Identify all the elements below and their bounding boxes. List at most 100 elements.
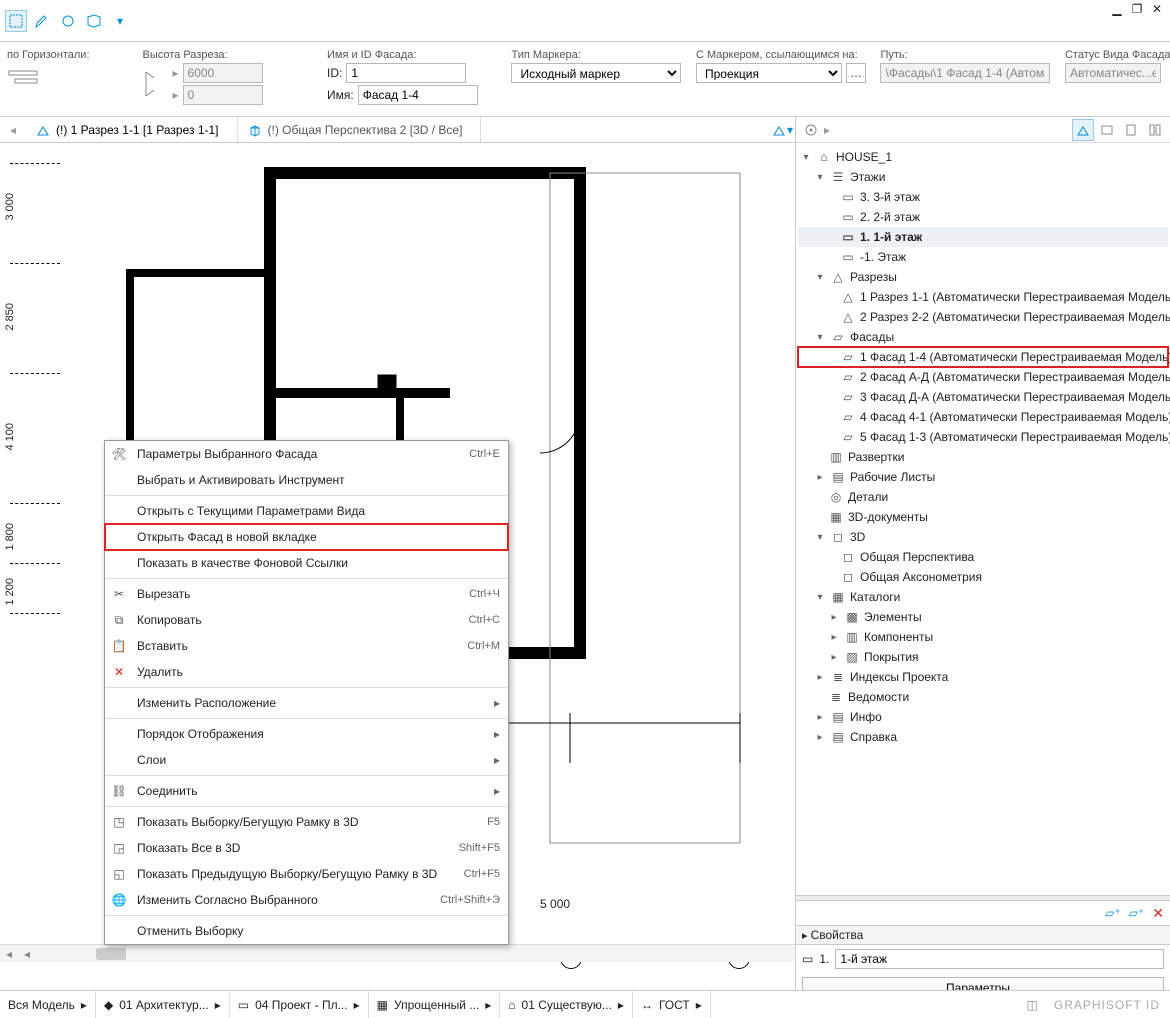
- canvas-hscrollbar[interactable]: ◂ ◂: [0, 944, 795, 962]
- tree-covers[interactable]: ▸▨Покрытия: [798, 647, 1168, 667]
- chevron-right-icon[interactable]: ▸: [824, 123, 830, 137]
- scroll-left-icon[interactable]: ◂: [0, 947, 18, 961]
- ctx-move[interactable]: Изменить Расположение▸: [105, 690, 508, 716]
- tree-section-1[interactable]: △1 Разрез 1-1 (Автоматически Перестраива…: [798, 287, 1168, 307]
- mvo-icon: ▦: [377, 998, 388, 1012]
- tab-section[interactable]: (!) 1 Разрез 1-1 [1 Разрез 1-1]: [26, 117, 238, 142]
- tree-floor-3[interactable]: ▭3. 3-й этаж: [798, 187, 1168, 207]
- tree-unfolds[interactable]: ▥Развертки: [798, 447, 1168, 467]
- ctx-join[interactable]: ⛓Соединить▸: [105, 778, 508, 804]
- new-view-icon[interactable]: ▱⁺: [1105, 906, 1121, 920]
- tree-floor-1[interactable]: ▭1. 1-й этаж: [798, 227, 1168, 247]
- elevation-icon: ▱: [840, 409, 856, 425]
- ctx-paste[interactable]: 📋ВставитьCtrl+М: [105, 633, 508, 659]
- ctx-copy[interactable]: ⧉КопироватьCtrl+С: [105, 607, 508, 633]
- ctx-cut[interactable]: ✂ВырезатьCtrl+Ч: [105, 581, 508, 607]
- tree-cats[interactable]: ▾▦Каталоги: [798, 587, 1168, 607]
- tree-3d-persp[interactable]: ◻Общая Перспектива: [798, 547, 1168, 567]
- tree-elev-3[interactable]: ▱3 Фасад Д-А (Автоматически Перестраивае…: [798, 387, 1168, 407]
- ctx-edit-sel[interactable]: 🌐Изменить Согласно ВыбранногоCtrl+Shift+…: [105, 887, 508, 913]
- ctx-open-new-tab[interactable]: Открыть Фасад в новой вкладке: [105, 524, 508, 550]
- tree-section-2[interactable]: △2 Разрез 2-2 (Автоматически Перестраива…: [798, 307, 1168, 327]
- tree-details[interactable]: ◎Детали: [798, 487, 1168, 507]
- props-header[interactable]: ▸ Свойства: [796, 925, 1170, 945]
- status-gost[interactable]: ↔ГОСТ ▸: [633, 991, 711, 1018]
- tab-left-icon[interactable]: ◂: [0, 123, 26, 137]
- ctx-layers[interactable]: Слои▸: [105, 747, 508, 773]
- publisher-icon[interactable]: [1144, 119, 1166, 141]
- tree-info[interactable]: ▸▤Инфо: [798, 707, 1168, 727]
- id-input[interactable]: [346, 63, 466, 83]
- window-min-icon[interactable]: ▁: [1108, 2, 1126, 16]
- home-icon: ⌂: [816, 149, 832, 165]
- ctx-params[interactable]: 🛠Параметры Выбранного ФасадаCtrl+E: [105, 441, 508, 467]
- tree-elev-1[interactable]: ▱1 Фасад 1-4 (Автоматически Перестраивае…: [798, 347, 1168, 367]
- tree-indexes[interactable]: ▸≣Индексы Проекта: [798, 667, 1168, 687]
- scrollbar-thumb[interactable]: [96, 948, 126, 960]
- window-restore-icon[interactable]: ❐: [1128, 2, 1146, 16]
- ctx-delete[interactable]: ✕Удалить: [105, 659, 508, 685]
- tree-3d[interactable]: ▾◻3D: [798, 527, 1168, 547]
- tree-components[interactable]: ▸▥Компоненты: [798, 627, 1168, 647]
- cut-bottom-input[interactable]: [183, 85, 263, 105]
- marker-type-select[interactable]: Исходный маркер: [511, 63, 681, 83]
- project-tree[interactable]: ▾⌂HOUSE_1 ▾☰Этажи ▭3. 3-й этаж ▭2. 2-й э…: [796, 143, 1170, 895]
- ctx-show-3d[interactable]: ◳Показать Выборку/Бегущую Рамку в 3DF5: [105, 809, 508, 835]
- tree-3d-axon[interactable]: ◻Общая Аксонометрия: [798, 567, 1168, 587]
- tree-elevations[interactable]: ▾▱Фасады: [798, 327, 1168, 347]
- overlap-icon[interactable]: ◫: [1021, 998, 1044, 1012]
- tree-floor-2[interactable]: ▭2. 2-й этаж: [798, 207, 1168, 227]
- clone-view-icon[interactable]: ▱⁺: [1129, 906, 1145, 920]
- tab-3d[interactable]: (!) Общая Перспектива 2 [3D / Все]: [238, 117, 482, 142]
- marker-ref-select[interactable]: Проекция: [696, 63, 842, 83]
- view-map-icon[interactable]: [1096, 119, 1118, 141]
- tree-help[interactable]: ▸▤Справка: [798, 727, 1168, 747]
- ctx-open-current[interactable]: Открыть с Текущими Параметрами Вида: [105, 498, 508, 524]
- delete-icon[interactable]: ✕: [1152, 905, 1164, 922]
- tree-floors[interactable]: ▾☰Этажи: [798, 167, 1168, 187]
- props-row-num: 1.: [819, 952, 829, 966]
- ctx-show-trace[interactable]: Показать в качестве Фоновой Ссылки: [105, 550, 508, 576]
- edit-tool-icon[interactable]: [32, 11, 52, 31]
- brand-label[interactable]: GRAPHISOFT ID: [1044, 998, 1170, 1012]
- view-tool-icon[interactable]: [84, 11, 104, 31]
- navigator-panel: ▸ ▾⌂HOUSE_1 ▾☰Этажи ▭3. 3-й этаж ▭2. 2-й…: [795, 117, 1170, 1003]
- status-proj[interactable]: ▭04 Проект - Пл... ▸: [230, 991, 369, 1018]
- ctx-deselect[interactable]: Отменить Выборку: [105, 918, 508, 944]
- tree-schedules[interactable]: ≣Ведомости: [798, 687, 1168, 707]
- new-tab-icon[interactable]: ▾: [769, 117, 795, 143]
- layer-icon: ◆: [104, 998, 113, 1012]
- grid-icon: ▦: [830, 589, 846, 605]
- status-simp[interactable]: ▦Упрощенный ... ▸: [369, 991, 501, 1018]
- dropdown-toggle-icon[interactable]: ▾: [110, 11, 130, 31]
- project-map-icon[interactable]: [1072, 119, 1094, 141]
- tree-elev-2[interactable]: ▱2 Фасад А-Д (Автоматически Перестраивае…: [798, 367, 1168, 387]
- scroll-left-icon[interactable]: ◂: [18, 947, 36, 961]
- tree-elements[interactable]: ▸▩Элементы: [798, 607, 1168, 627]
- nav-settings-icon[interactable]: [800, 119, 822, 141]
- tree-elev-5[interactable]: ▱5 Фасад 1-3 (Автоматически Перестраивае…: [798, 427, 1168, 447]
- horiz-extent-icon[interactable]: [7, 63, 43, 91]
- ctx-order[interactable]: Порядок Отображения▸: [105, 721, 508, 747]
- marker-ref-browse-button[interactable]: …: [846, 63, 866, 83]
- pick-tool-icon[interactable]: [58, 11, 78, 31]
- status-exist[interactable]: ⌂01 Существую... ▸: [500, 991, 633, 1018]
- schedule-icon: ≣: [828, 689, 844, 705]
- layout-book-icon[interactable]: [1120, 119, 1142, 141]
- status-model[interactable]: Вся Модель ▸: [0, 991, 96, 1018]
- tree-root[interactable]: ▾⌂HOUSE_1: [798, 147, 1168, 167]
- ctx-show-prev-3d[interactable]: ◱Показать Предыдущую Выборку/Бегущую Рам…: [105, 861, 508, 887]
- props-row-input[interactable]: [835, 949, 1164, 969]
- tree-3d-docs[interactable]: ▦3D-документы: [798, 507, 1168, 527]
- window-close-icon[interactable]: ✕: [1148, 2, 1166, 16]
- status-arch[interactable]: ◆01 Архитектур... ▸: [96, 991, 230, 1018]
- tree-worksheets[interactable]: ▸▤Рабочие Листы: [798, 467, 1168, 487]
- name-input[interactable]: [358, 85, 478, 105]
- cut-top-input[interactable]: [183, 63, 263, 83]
- tree-sections[interactable]: ▾△Разрезы: [798, 267, 1168, 287]
- ctx-show-all-3d[interactable]: ◲Показать Все в 3DShift+F5: [105, 835, 508, 861]
- marquee-tool-icon[interactable]: [6, 11, 26, 31]
- tree-floor-m1[interactable]: ▭-1. Этаж: [798, 247, 1168, 267]
- ctx-activate-tool[interactable]: Выбрать и Активировать Инструмент: [105, 467, 508, 493]
- tree-elev-4[interactable]: ▱4 Фасад 4-1 (Автоматически Перестраивае…: [798, 407, 1168, 427]
